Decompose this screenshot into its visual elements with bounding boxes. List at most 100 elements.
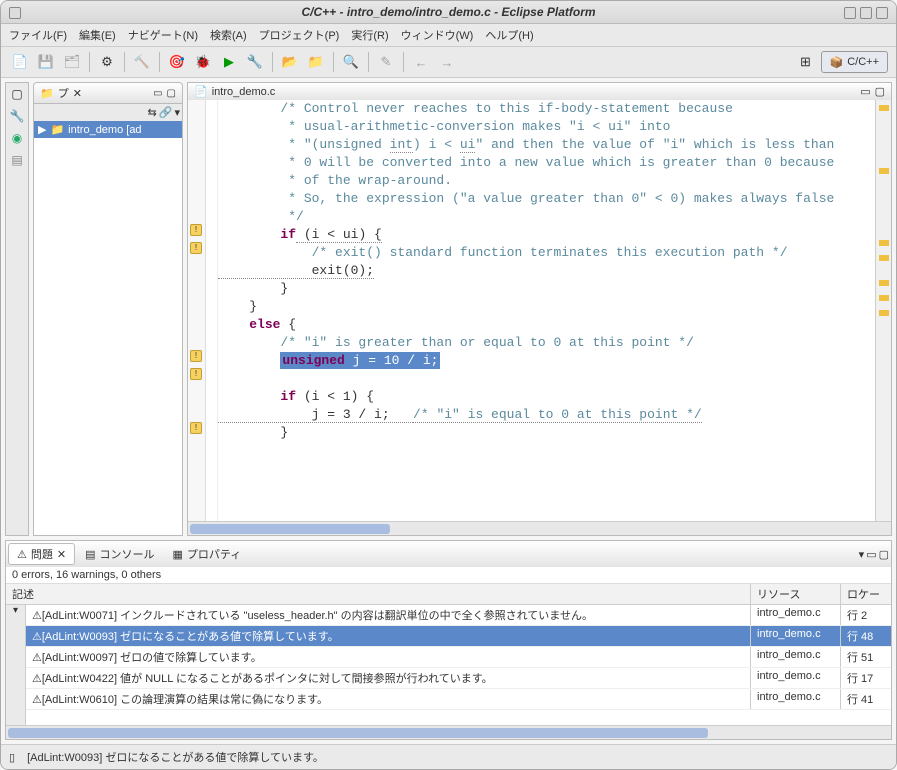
explorer-tab-label[interactable]: プ xyxy=(58,85,69,101)
bottom-tabs: ⚠ 問題 ✕ ▤ コンソール ▦ プロパティ ▾ ▭ ▢ xyxy=(6,541,891,567)
menu-project[interactable]: プロジェクト(P) xyxy=(259,27,340,43)
open-folder-icon[interactable]: 📂 xyxy=(279,51,301,73)
maximize-icon[interactable] xyxy=(860,7,872,19)
tab-properties[interactable]: ▦ プロパティ xyxy=(165,544,250,564)
warning-marker-icon[interactable]: ! xyxy=(190,422,202,434)
hammer-icon[interactable]: 🔨 xyxy=(131,51,153,73)
save-all-icon[interactable]: 🗂 xyxy=(61,51,83,73)
console-icon: ▤ xyxy=(85,548,95,561)
menu-window[interactable]: ウィンドウ(W) xyxy=(401,27,474,43)
collapse-all-icon[interactable]: ⇆ xyxy=(148,106,157,119)
warning-icon: ⚠ xyxy=(32,610,42,622)
open-perspective-icon[interactable]: ⊞ xyxy=(795,51,817,73)
run-icon[interactable]: ▶ xyxy=(218,51,240,73)
maximize-view-icon[interactable]: ▢ xyxy=(879,548,889,561)
warning-marker-icon[interactable]: ! xyxy=(190,224,202,236)
status-message: [AdLint:W0093] ゼロになることがある値で除算しています。 xyxy=(27,749,324,765)
external-run-icon[interactable]: 🔧 xyxy=(244,51,266,73)
menu-search[interactable]: 検索(A) xyxy=(210,27,247,43)
table-row[interactable]: ⚠[AdLint:W0097] ゼロの値で除算しています。 intro_demo… xyxy=(26,647,891,668)
table-row[interactable]: ⚠[AdLint:W0422] 値が NULL になることがあるポインタに対して… xyxy=(26,668,891,689)
back-icon[interactable]: ← xyxy=(410,51,432,73)
table-row[interactable]: ⚠[AdLint:W0610] この論理演算の結果は常に偽になります。 intr… xyxy=(26,689,891,710)
scroll-thumb[interactable] xyxy=(190,524,390,534)
explorer-toolbar: ⇆ 🔗 ▾ xyxy=(33,104,183,121)
perspective-cpp[interactable]: 📦 C/C++ xyxy=(821,51,889,73)
editor-hscroll[interactable] xyxy=(188,521,891,535)
statusbar: ▯ [AdLint:W0093] ゼロになることがある値で除算しています。 xyxy=(1,744,896,769)
table-header: 記述 リソース ロケー xyxy=(6,584,891,605)
menubar: ファイル(F) 編集(E) ナビゲート(N) 検索(A) プロジェクト(P) 実… xyxy=(1,24,896,47)
maximize-view-icon[interactable]: ▢ xyxy=(167,88,176,99)
overview-ruler[interactable] xyxy=(875,100,891,521)
menu-edit[interactable]: 編集(E) xyxy=(79,27,116,43)
project-explorer: 📁 プ ✕ ▭ ▢ ⇆ 🔗 ▾ ▶ 📁 intro_demo [ad xyxy=(33,82,183,536)
forward-icon[interactable]: → xyxy=(436,51,458,73)
problems-view: ⚠ 問題 ✕ ▤ コンソール ▦ プロパティ ▾ ▭ ▢ 0 errors, 1… xyxy=(5,540,892,740)
col-description[interactable]: 記述 xyxy=(6,584,751,604)
target-icon[interactable]: 🎯 xyxy=(166,51,188,73)
marker-gutter: ! ! ! ! ! xyxy=(188,100,206,521)
warning-marker-icon[interactable]: ! xyxy=(190,368,202,380)
fold-gutter xyxy=(206,100,218,521)
view-menu-icon[interactable]: ▾ xyxy=(859,548,865,561)
tab-console[interactable]: ▤ コンソール xyxy=(77,544,162,564)
close-tab-icon[interactable]: ✕ xyxy=(57,548,66,561)
search-icon[interactable]: 🔍 xyxy=(340,51,362,73)
editor-body[interactable]: ! ! ! ! ! /* Control never reaches to th… xyxy=(188,100,891,521)
code-area[interactable]: /* Control never reaches to this if-body… xyxy=(218,100,875,521)
open-type-icon[interactable]: 📁 xyxy=(305,51,327,73)
c-file-icon: 📄 xyxy=(194,85,208,98)
toggle-icon[interactable]: ✎ xyxy=(375,51,397,73)
menu-file[interactable]: ファイル(F) xyxy=(9,27,67,43)
minimize-view-icon[interactable]: ▭ xyxy=(866,548,876,561)
new-icon[interactable]: 📄 xyxy=(9,51,31,73)
editor-area: 📄 intro_demo.c ▭ ▢ ! ! ! ! ! xyxy=(187,82,892,536)
rail-restore-icon[interactable]: ▢ xyxy=(11,87,22,101)
problems-hscroll[interactable] xyxy=(6,725,891,739)
tab-problems[interactable]: ⚠ 問題 ✕ xyxy=(8,543,75,565)
table-row[interactable]: ⚠[AdLint:W0071] インクルードされている "useless_hea… xyxy=(26,605,891,626)
close-window-icon[interactable] xyxy=(876,7,888,19)
debug-icon[interactable]: 🐞 xyxy=(192,51,214,73)
menu-navigate[interactable]: ナビゲート(N) xyxy=(128,27,198,43)
window-menu-icon[interactable] xyxy=(9,7,21,19)
editor-tab[interactable]: 📄 intro_demo.c ▭ ▢ xyxy=(188,83,891,100)
window-title: C/C++ - intro_demo/intro_demo.c - Eclips… xyxy=(301,5,595,19)
col-resource[interactable]: リソース xyxy=(751,584,841,604)
expand-icon[interactable]: ▶ xyxy=(38,123,46,136)
c-project-icon: 📁 xyxy=(50,123,64,136)
group-collapser[interactable]: ▾ xyxy=(6,605,26,725)
scroll-thumb[interactable] xyxy=(8,728,708,738)
problems-icon: ⚠ xyxy=(17,548,27,561)
warning-icon: ⚠ xyxy=(32,631,42,643)
rail-outline-icon[interactable]: ◉ xyxy=(12,131,22,145)
warning-icon: ⚠ xyxy=(32,694,42,706)
close-tab-icon[interactable]: ✕ xyxy=(73,87,82,100)
minimize-view-icon[interactable]: ▭ xyxy=(153,88,162,99)
warning-marker-icon[interactable]: ! xyxy=(190,350,202,362)
save-icon[interactable]: 💾 xyxy=(35,51,57,73)
status-icon: ▯ xyxy=(9,751,15,764)
view-rail: ▢ 🔧 ◉ ▤ xyxy=(5,82,29,536)
project-tree[interactable]: ▶ 📁 intro_demo [ad xyxy=(33,121,183,536)
tree-root[interactable]: ▶ 📁 intro_demo [ad xyxy=(34,121,182,138)
problem-rows: ⚠[AdLint:W0071] インクルードされている "useless_hea… xyxy=(26,605,891,725)
view-menu-icon[interactable]: ▾ xyxy=(174,106,180,119)
minimize-icon[interactable] xyxy=(844,7,856,19)
toolbar: 📄 💾 🗂 ⚙ 🔨 🎯 🐞 ▶ 🔧 📂 📁 🔍 ✎ ← → ⊞ 📦 C/C++ xyxy=(1,47,896,78)
link-editor-icon[interactable]: 🔗 xyxy=(159,106,173,119)
build-icon[interactable]: ⚙ xyxy=(96,51,118,73)
maximize-editor-icon[interactable]: ▢ xyxy=(875,85,885,98)
titlebar: C/C++ - intro_demo/intro_demo.c - Eclips… xyxy=(1,1,896,24)
rail-make-icon[interactable]: 🔧 xyxy=(10,109,25,123)
editor-pane: 📄 intro_demo.c ▭ ▢ ! ! ! ! ! xyxy=(187,82,892,536)
menu-run[interactable]: 実行(R) xyxy=(351,27,388,43)
warning-marker-icon[interactable]: ! xyxy=(190,242,202,254)
problems-table: 記述 リソース ロケー ▾ ⚠[AdLint:W0071] インクルードされてい… xyxy=(6,584,891,739)
menu-help[interactable]: ヘルプ(H) xyxy=(485,27,533,43)
table-row[interactable]: ⚠[AdLint:W0093] ゼロになることがある値で除算しています。 int… xyxy=(26,626,891,647)
rail-tasks-icon[interactable]: ▤ xyxy=(11,153,22,167)
col-location[interactable]: ロケー xyxy=(841,584,891,604)
minimize-editor-icon[interactable]: ▭ xyxy=(860,85,870,98)
